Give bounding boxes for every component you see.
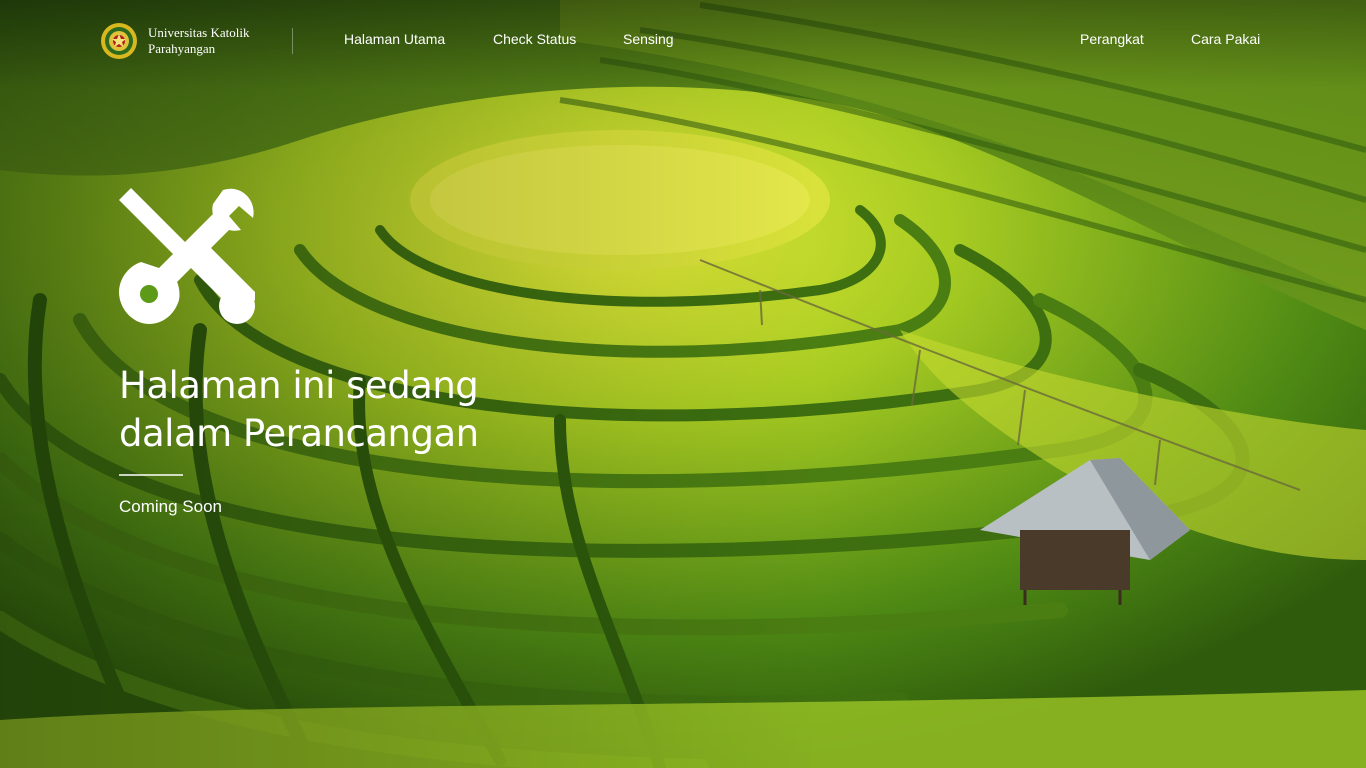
brand-line1: Universitas Katolik xyxy=(148,25,250,40)
title-underline xyxy=(119,474,183,476)
brand-name: Universitas Katolik Parahyangan xyxy=(148,25,249,57)
nav-link-perangkat[interactable]: Perangkat xyxy=(1080,31,1144,47)
brand[interactable]: Universitas Katolik Parahyangan xyxy=(100,22,249,60)
nav-link-sensing[interactable]: Sensing xyxy=(623,31,674,47)
nav-link-cara-pakai[interactable]: Cara Pakai xyxy=(1191,31,1260,47)
nav-link-halaman-utama[interactable]: Halaman Utama xyxy=(344,31,445,47)
coming-soon-text: Coming Soon xyxy=(119,497,223,516)
nav-link-check-status[interactable]: Check Status xyxy=(493,31,576,47)
brand-line2: Parahyangan xyxy=(148,41,216,56)
page-title-line1: Halaman ini sedang xyxy=(119,364,479,407)
brand-divider xyxy=(292,28,293,54)
tools-icon xyxy=(119,188,255,324)
page-title: Halaman ini sedang dalam Perancangan xyxy=(119,362,479,458)
page-title-line2: dalam Perancangan xyxy=(119,412,479,455)
top-navbar: Universitas Katolik Parahyangan Halaman … xyxy=(0,0,1366,80)
university-seal-icon xyxy=(101,23,137,59)
page: Universitas Katolik Parahyangan Halaman … xyxy=(0,0,1366,768)
